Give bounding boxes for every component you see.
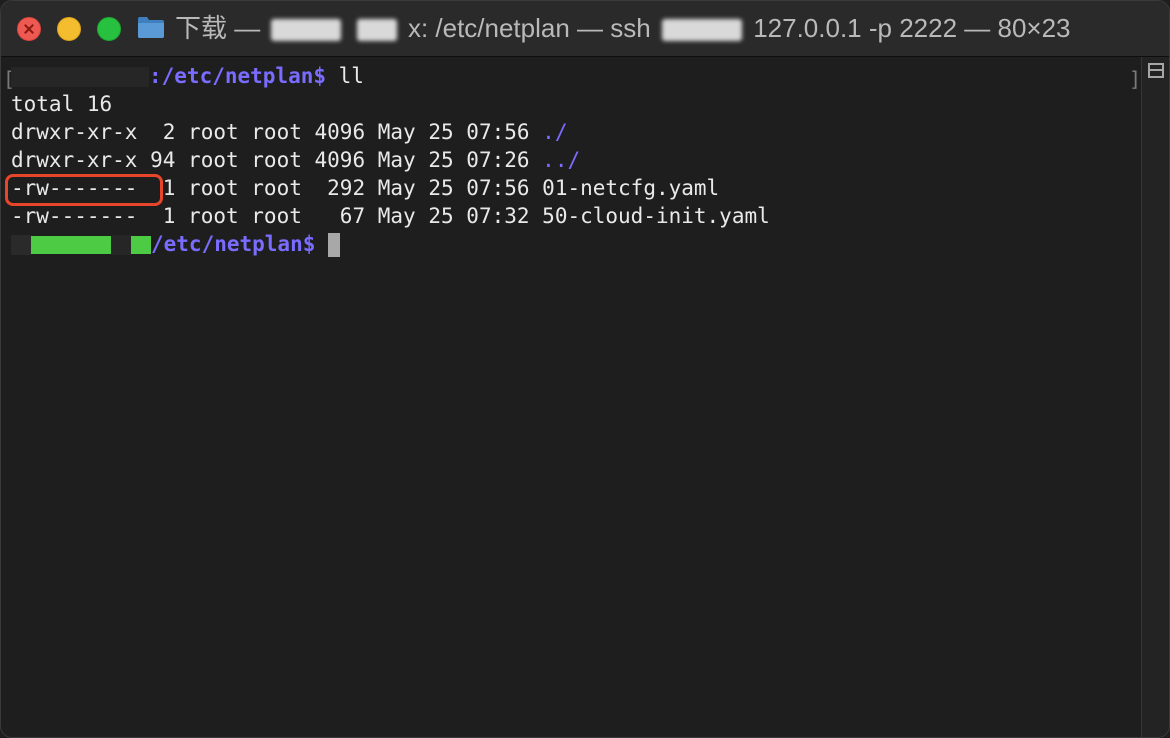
entry-field: 4096 <box>314 148 366 172</box>
prompt-line: /etc/netplan$ <box>11 230 341 258</box>
entry-field: root <box>251 204 302 228</box>
window-title: 下载 — x: /etc/netplan — ssh 127.0.0.1 -p … <box>175 13 1071 43</box>
folder-icon <box>138 17 164 38</box>
selection-bracket-right: ] <box>1129 67 1142 91</box>
close-button[interactable] <box>17 17 41 41</box>
redacted-login <box>661 19 742 42</box>
entry-field: 07:26 <box>466 148 530 172</box>
terminal-output[interactable]: [ ] :/etc/netplan$ ll total 16 drwxr-xr-… <box>1 57 1142 737</box>
maximize-button[interactable] <box>97 17 121 41</box>
entry-field: 1 <box>150 204 176 228</box>
entry-field: May <box>377 148 416 172</box>
command-text: ll <box>326 64 364 88</box>
entry-field: root <box>188 148 239 172</box>
file-name: 01-netcfg.yaml <box>542 176 720 200</box>
minimize-button[interactable] <box>57 17 81 41</box>
redacted-hostname <box>271 19 342 42</box>
entry-field: 25 <box>428 176 454 200</box>
entry-field: root <box>251 176 302 200</box>
entry-field: 07:32 <box>466 204 530 228</box>
entry-field: 25 <box>428 148 454 172</box>
entry-field: May <box>377 120 416 144</box>
redacted-user-host <box>11 67 149 87</box>
total-line: total 16 <box>11 92 113 116</box>
entry-field: drwxr-xr-x <box>11 148 138 172</box>
entry-field: root <box>188 204 239 228</box>
entry-field: root <box>251 148 302 172</box>
entry-field: 07:56 <box>466 176 530 200</box>
prompt-path: /etc/netplan$ <box>151 232 316 256</box>
prompt-path: :/etc/netplan$ <box>149 64 327 88</box>
entry-field: root <box>188 176 239 200</box>
prompt-line: :/etc/netplan$ ll <box>11 62 364 90</box>
text-cursor <box>328 233 341 257</box>
entry-field: drwxr-xr-x <box>11 120 138 144</box>
title-bar[interactable]: 下载 — x: /etc/netplan — ssh 127.0.0.1 -p … <box>1 1 1169 57</box>
entry-field: 94 <box>150 148 176 172</box>
redacted-host <box>131 236 151 254</box>
title-prefix: 下载 — <box>175 13 261 43</box>
entry-field: 07:56 <box>466 120 530 144</box>
entry-field: root <box>251 120 302 144</box>
highlight-annotation <box>5 174 163 206</box>
entry-field: May <box>377 204 416 228</box>
file-name: 50-cloud-init.yaml <box>542 204 770 228</box>
entry-field: 25 <box>428 120 454 144</box>
entry-field: 4096 <box>314 120 366 144</box>
entry-field: 25 <box>428 204 454 228</box>
scrollbar[interactable] <box>1141 57 1169 737</box>
entry-field: May <box>377 176 416 200</box>
entry-field: root <box>188 120 239 144</box>
entry-field: -rw------- <box>11 204 138 228</box>
list-item: -rw------- 1 root root 67 May 25 07:32 5… <box>11 202 770 230</box>
entry-field: 292 <box>314 176 366 200</box>
split-pane-icon[interactable] <box>1148 63 1164 78</box>
dir-name: ../ <box>542 148 581 172</box>
list-item: drwxr-xr-x 2 root root 4096 May 25 07:56… <box>11 118 567 146</box>
redacted-user-host <box>31 236 111 254</box>
list-item: drwxr-xr-x 94 root root 4096 May 25 07:2… <box>11 146 580 174</box>
dir-name: ./ <box>542 120 568 144</box>
title-suffix: 127.0.0.1 -p 2222 — 80×23 <box>753 13 1071 43</box>
entry-field: 2 <box>150 120 176 144</box>
redacted-user <box>356 19 397 42</box>
terminal-window: 下载 — x: /etc/netplan — ssh 127.0.0.1 -p … <box>0 0 1170 738</box>
title-middle: x: /etc/netplan — ssh <box>407 13 651 43</box>
entry-field: 67 <box>314 204 366 228</box>
